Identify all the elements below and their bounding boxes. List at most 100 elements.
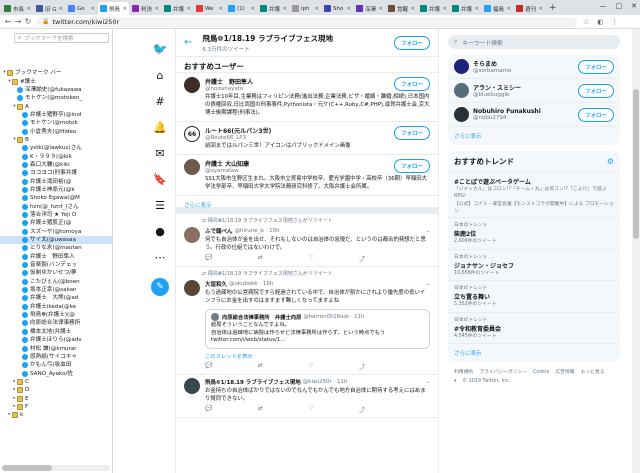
tab-close-icon[interactable]: × [155, 6, 159, 12]
suggested-user-name[interactable]: アラン・スミシー [473, 83, 578, 92]
extension-icon[interactable]: ◐ [597, 18, 603, 26]
like-icon[interactable]: ♡ [308, 362, 313, 371]
tab-close-icon[interactable]: × [91, 6, 95, 12]
messages-icon[interactable]: ✉ [155, 140, 164, 166]
tab-close-icon[interactable]: × [219, 6, 223, 12]
browser-tab[interactable]: iph × [290, 2, 321, 15]
bookmark-search-input[interactable]: ⌕ ブックマークを検索 [14, 33, 109, 43]
follow-button[interactable]: フォロー [577, 83, 614, 98]
bookmark-item[interactable]: 弁護士 大熊(@ad [0, 294, 113, 302]
close-window-icon[interactable]: ✕ [631, 2, 637, 10]
page-scrollbar-thumb[interactable] [633, 89, 639, 239]
browser-tab[interactable]: 市長 × [2, 2, 33, 15]
follow-button[interactable]: フォロー [393, 126, 430, 140]
bookmark-item[interactable]: 向原総合法律事務所 [0, 319, 113, 327]
bookmark-folder[interactable]: ▸ D [0, 386, 113, 394]
bookmark-folder[interactable]: ▸ E [0, 394, 113, 402]
trends-more-link[interactable]: さらに表示 [448, 344, 620, 362]
tab-close-icon[interactable]: × [539, 6, 543, 12]
chevron-down-icon[interactable]: ⌄ [425, 379, 430, 385]
tab-close-icon[interactable]: × [411, 6, 415, 12]
browser-tab[interactable]: (1) × [226, 2, 257, 15]
follow-button[interactable]: フォロー [577, 107, 614, 122]
bookmark-item[interactable]: 音楽製(バンデェッ [0, 261, 113, 269]
menu-icon[interactable]: ⋮ [611, 18, 618, 26]
avatar[interactable] [184, 77, 200, 93]
bookmark-item[interactable]: 小倉秀夫(@Hideo [0, 127, 113, 135]
tweet[interactable]: 飛鳥❁1/18.19 ラブライブフェス現地 @kiwi250r · 11h ⌄ お金持… [176, 375, 438, 418]
bookmark-item[interactable]: K・９９９(@kik [0, 152, 113, 160]
tweet-author-name[interactable]: 飛鳥❁1/18.19 ラブライブフェス現地 [205, 378, 301, 386]
quoted-tweet[interactable]: 向原総合法律事務所 弁護士向原 @harrier0516osk · 11h 結局そう… [205, 309, 430, 349]
user-name[interactable]: 弁護士 大山知康 [205, 159, 249, 168]
gear-icon[interactable]: ⚙ [607, 157, 614, 166]
trend-item[interactable]: 日本のトレンド #令和教育委員会 4,545件のツイート [448, 313, 620, 344]
maximize-icon[interactable]: □ [616, 2, 623, 10]
bookmark-folder[interactable]: ▾ B [0, 136, 113, 144]
bookmark-item[interactable]: 弁護士ほりら(@adv [0, 336, 113, 344]
browser-tab[interactable]: 判決 × [130, 2, 161, 15]
browser-tab[interactable]: Sho × [322, 2, 353, 15]
scrollbar-thumb[interactable] [2, 465, 52, 471]
trend-item[interactable]: 日本のトレンド 立ち置る舞い 5,352件のツイート [448, 281, 620, 313]
bookmark-item[interactable]: Shoko Egawa(@M [0, 194, 113, 202]
share-icon[interactable]: ⤴ [359, 254, 365, 263]
user-name[interactable]: 弁護士 野田隼人 [205, 77, 253, 86]
tweet[interactable]: 大窪和久 @okubokk · 16h ⌄ もう過疎地の公営病院ですら経過されている中… [176, 277, 438, 375]
chevron-down-icon[interactable]: ⌄ [425, 228, 430, 234]
avatar[interactable] [184, 280, 200, 296]
avatar[interactable]: 66 [184, 126, 200, 142]
tab-close-icon[interactable]: × [379, 6, 383, 12]
tab-close-icon[interactable]: × [347, 6, 351, 12]
bookmark-item[interactable]: 弁護士ikeda(@ke [0, 303, 113, 311]
browser-tab[interactable]: 弁護 × [162, 2, 193, 15]
chevron-down-icon[interactable]: ⌄ [425, 281, 430, 287]
bookmark-item[interactable]: 村松 謙(@kmurar [0, 344, 113, 352]
avatar[interactable] [184, 377, 200, 394]
bookmark-folder[interactable]: ▾ ブックマーク バー [0, 69, 113, 77]
follow-button[interactable]: フォロー [577, 59, 614, 74]
browser-tab[interactable]: 弁護 × [418, 2, 449, 15]
trend-item[interactable]: 日本のトレンド 柴鹿2位 2,609件のツイート [448, 218, 620, 250]
bookmark-item[interactable]: 落合洋司 ★ Yoji O [0, 211, 113, 219]
retweet-icon[interactable]: ⇄ [258, 254, 263, 263]
bookmark-folder[interactable]: ▸ F [0, 403, 113, 411]
forward-button[interactable]: → [13, 17, 23, 26]
lists-icon[interactable]: ☰ [155, 192, 165, 218]
back-arrow-icon[interactable]: ← [184, 37, 192, 48]
bird-icon[interactable]: 🐦 [153, 36, 168, 62]
footer-link[interactable]: 利用規約 [454, 370, 473, 375]
show-thread-link[interactable]: このスレッドを表示 [205, 352, 430, 360]
bookmark-item[interactable]: 仮制ゆかいせつ/夢 [0, 269, 113, 277]
show-more-link[interactable]: さらに表示 [176, 196, 438, 214]
page-scrollbar[interactable] [632, 29, 640, 473]
new-tab-button[interactable]: + [549, 3, 557, 13]
tweet[interactable]: ふで聴ぺん @hirune_b · 10h ⌄ 何でも自治体が金を出せ、それもしないの… [176, 224, 438, 267]
notifications-icon[interactable]: 🔔 [153, 114, 167, 140]
bookmark-horizontal-scrollbar[interactable] [2, 465, 110, 471]
reply-icon[interactable]: 💬 [205, 362, 212, 371]
explore-icon[interactable]: # [155, 88, 164, 114]
bookmark-item[interactable]: 弁護士 野田隼人 [0, 253, 113, 261]
like-icon[interactable]: ♡ [308, 405, 313, 414]
profile-icon[interactable]: ● [155, 218, 165, 244]
tab-close-icon[interactable]: × [475, 6, 479, 12]
bookmark-item[interactable]: SANO_Ayako/佐 [0, 369, 113, 377]
bookmark-item[interactable]: 弁護士猪野亨(@inol [0, 111, 113, 119]
tab-close-icon[interactable]: × [251, 6, 255, 12]
avatar[interactable] [454, 59, 469, 74]
tweet-author-name[interactable]: 大窪和久 [205, 280, 227, 288]
bookmark-item[interactable]: ヨコヨコ(刑事弁護 [0, 169, 113, 177]
bookmark-item[interactable]: 弁護士猪股正(@ [0, 219, 113, 227]
browser-tab[interactable]: Go × [66, 2, 97, 15]
bookmark-item[interactable]: モトケン(@motoken_ [0, 94, 113, 102]
suggested-user-name[interactable]: Nobuhiro Funakushi [473, 108, 578, 115]
trend-item[interactable]: 日本のトレンド ジョナサン・ジョセフ 10,656件のツイート [448, 250, 620, 281]
tab-close-icon[interactable]: × [27, 6, 31, 12]
bookmark-item[interactable]: かもん弓(吸血田 [0, 361, 113, 369]
follow-button[interactable]: フォロー [393, 159, 430, 173]
tab-close-icon[interactable]: × [443, 6, 447, 12]
share-icon[interactable]: ⤴ [359, 405, 365, 414]
bookmark-item[interactable]: ystk(@lawkus)さん [0, 144, 113, 152]
back-button[interactable]: ← [3, 17, 13, 26]
